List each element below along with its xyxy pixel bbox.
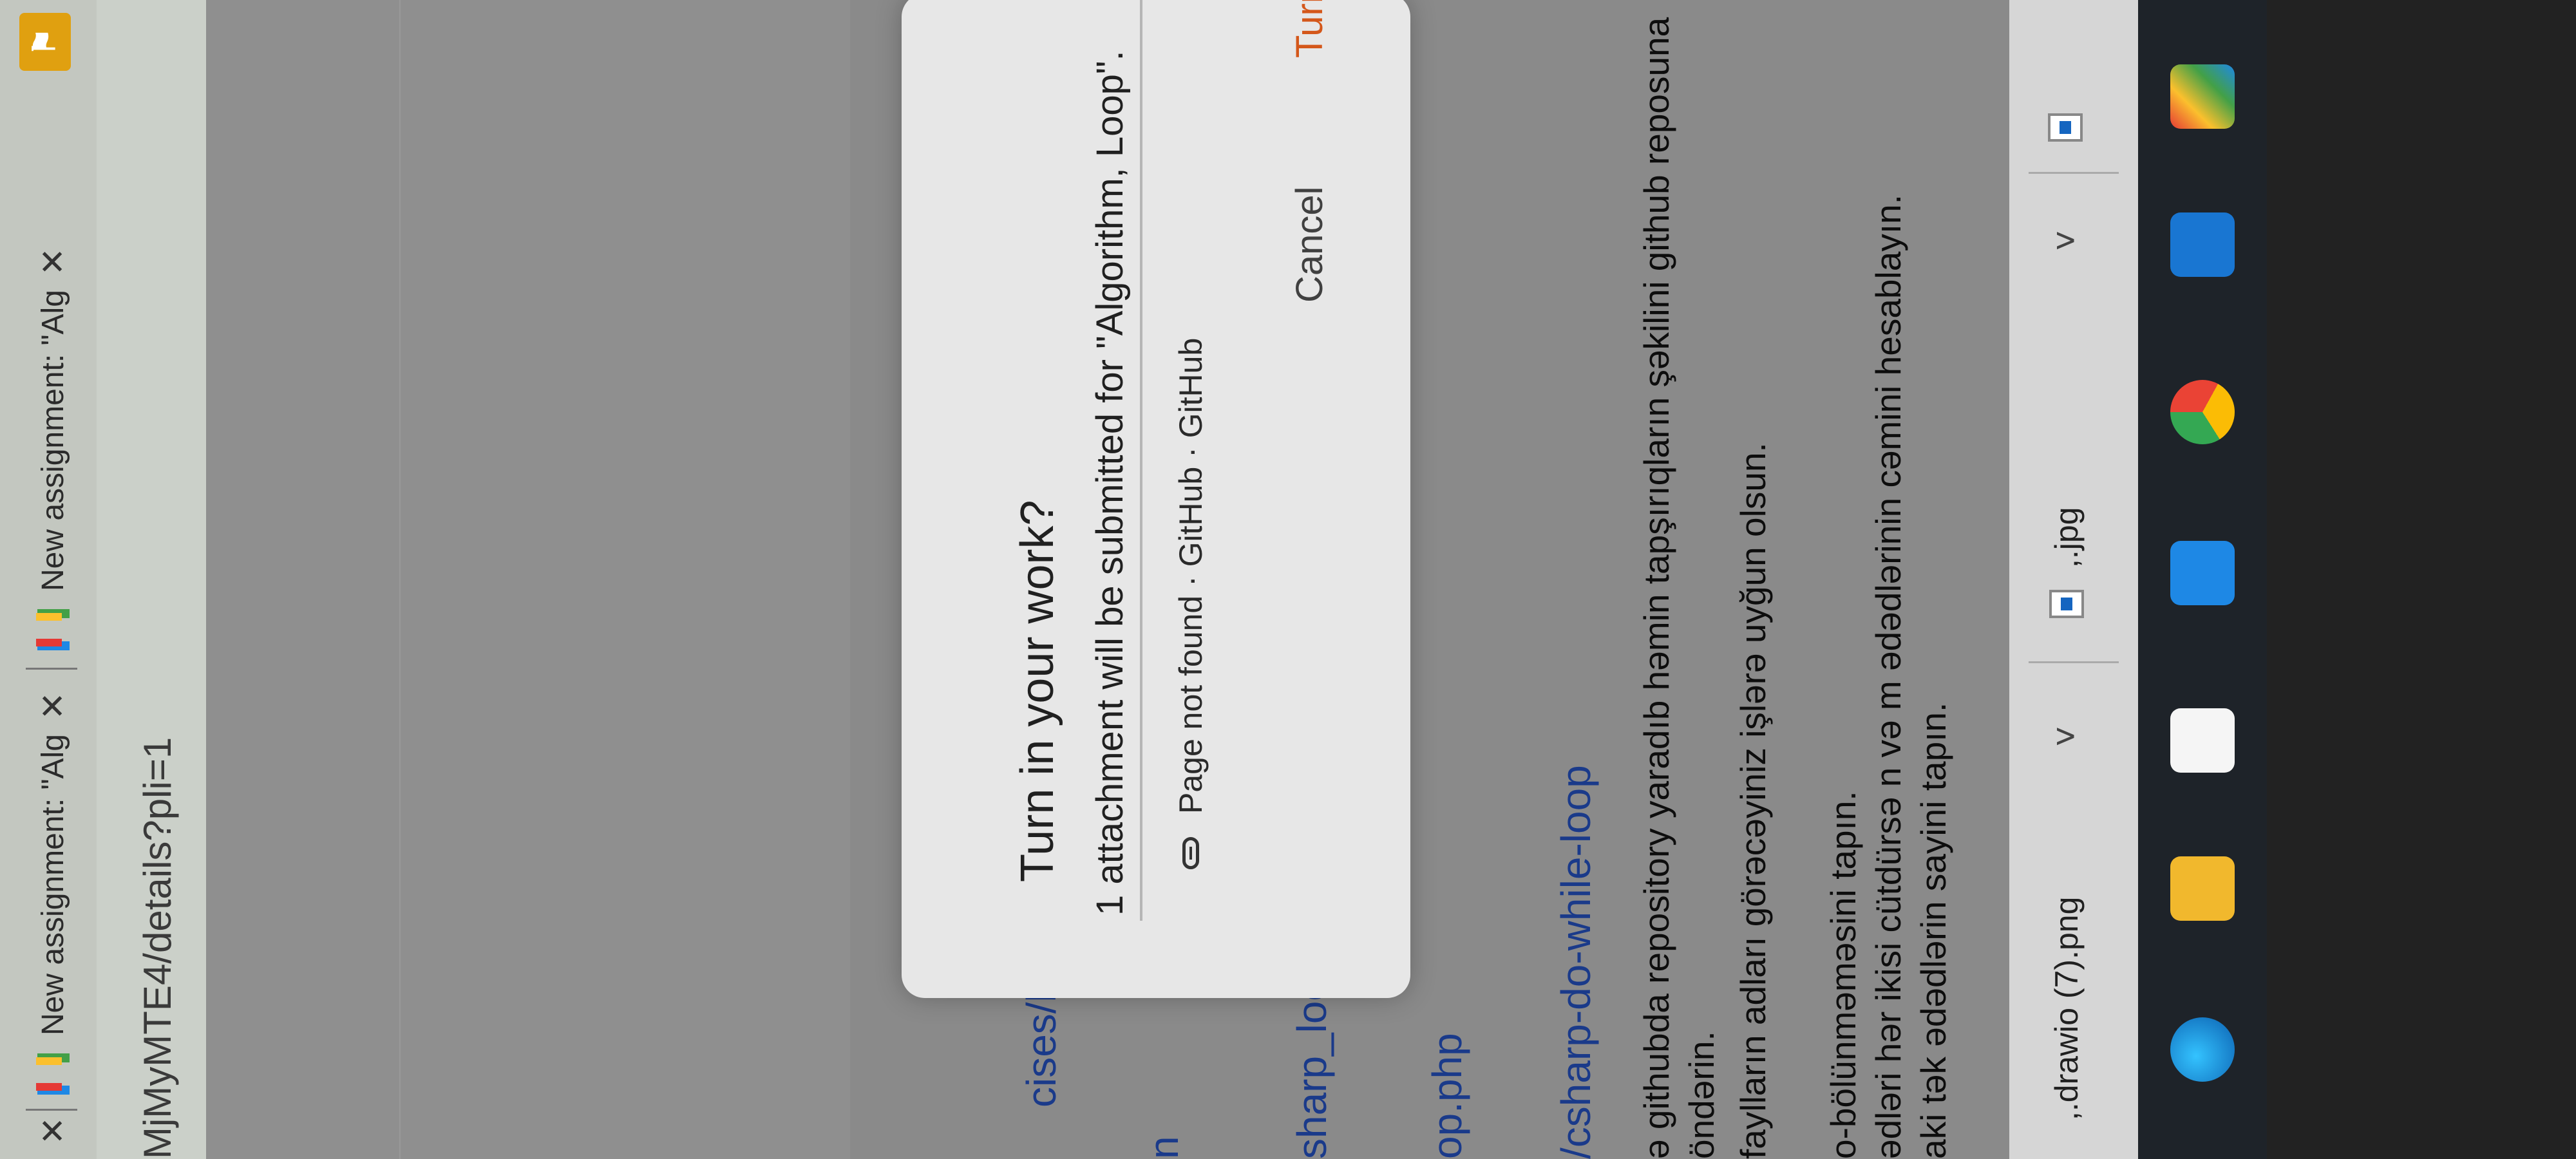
cancel-button[interactable]: Cancel (1288, 186, 1331, 303)
gmail-icon (35, 609, 70, 650)
tab-assignment-2[interactable]: New assignment: "Alg ✕ (13, 155, 93, 650)
instruction-line: öndərin. (1681, 1031, 1721, 1159)
instruction-line: o-bölünməməsini tapın. (1823, 791, 1863, 1159)
download-item[interactable]: ,.drawio (7).png (2048, 897, 2085, 1120)
dialog-message: 1 attachment will be submitted for "Algo… (1089, 50, 1131, 916)
instruction-line: aki tək ədədlərin sayini tapın. (1913, 702, 1953, 1159)
download-bar: ,.drawio (7).png ˅ ,.jpg ˅ (2009, 0, 2138, 1159)
instruction-line: faylların adları görəcəyiniz işlərə uyğu… (1733, 442, 1773, 1159)
store-icon[interactable] (2170, 708, 2235, 773)
tab-label: New assignment: "Alg (36, 290, 70, 591)
gmail-icon (35, 1053, 70, 1095)
tab-separator (26, 668, 77, 670)
download-item[interactable]: ,.jpg (2048, 507, 2085, 618)
download-name: ,.jpg (2049, 507, 2085, 568)
divider (2029, 661, 2119, 663)
instruction-line: ə githubda repository yaradıb həmin tapş… (1636, 17, 1676, 1159)
close-icon[interactable]: ✕ (34, 248, 73, 276)
desk-background (2267, 0, 2576, 1159)
chevron-down-icon[interactable]: ˅ (2045, 230, 2087, 251)
attachment-item[interactable]: Page not found · GitHub · GitHub (1172, 338, 1209, 869)
address-bar[interactable]: MjMyMTE4/details?pli=1 (97, 0, 206, 1159)
divider (399, 0, 401, 1159)
link-fragment[interactable]: sharp_loo (1288, 978, 1336, 1159)
close-icon[interactable]: ✕ (34, 692, 73, 721)
link-fragment[interactable]: /csharp-do-while-loop (1552, 765, 1600, 1159)
url-text[interactable]: MjMyMTE4/details?pli=1 (135, 737, 180, 1159)
instruction-line: ədləri hər ikisi cütdürsə n və m ədədlər… (1868, 194, 1908, 1159)
tab-strip: ✕ New assignment: "Alg ✕ New assignment:… (0, 0, 97, 1159)
tab-separator (26, 1109, 77, 1111)
turn-in-dialog: Turn in your work? 1 attachment will be … (902, 0, 1410, 998)
divider (2029, 172, 2119, 174)
link-fragment[interactable]: op.php (1423, 1033, 1471, 1159)
close-icon[interactable]: ✕ (34, 1117, 73, 1145)
link-fragment[interactable]: n (1140, 1136, 1188, 1159)
download-name: ,.drawio (7).png (2049, 896, 2085, 1120)
dialog-title: Turn in your work? (1012, 500, 1063, 882)
file-explorer-icon[interactable] (2170, 856, 2235, 921)
tab-close-button-first[interactable]: ✕ (13, 1117, 93, 1159)
background-pane (206, 0, 850, 1159)
screen: ✕ New assignment: "Alg ✕ New assignment:… (0, 0, 2576, 1159)
chrome-icon[interactable] (2170, 380, 2235, 444)
chevron-down-icon[interactable]: ˅ (2045, 726, 2087, 747)
tab-label: New assignment: "Alg (36, 734, 70, 1035)
tab-assignment-1[interactable]: New assignment: "Alg ✕ (13, 683, 93, 1095)
mail-icon[interactable] (2170, 541, 2235, 605)
taskbar (2138, 0, 2267, 1159)
photos-icon[interactable] (2170, 212, 2235, 277)
attachment-label: Page not found · GitHub · GitHub (1173, 337, 1209, 814)
link-icon (1182, 837, 1199, 869)
git-icon[interactable] (2170, 64, 2235, 129)
divider (1140, 0, 1142, 921)
image-file-icon (2048, 113, 2083, 142)
profile-icon[interactable]: ⚑ (19, 13, 71, 71)
download-item[interactable] (2048, 91, 2083, 142)
turn-in-button[interactable]: Turn in (1288, 0, 1331, 58)
image-file-icon (2049, 590, 2084, 618)
edge-icon[interactable] (2170, 1017, 2235, 1082)
